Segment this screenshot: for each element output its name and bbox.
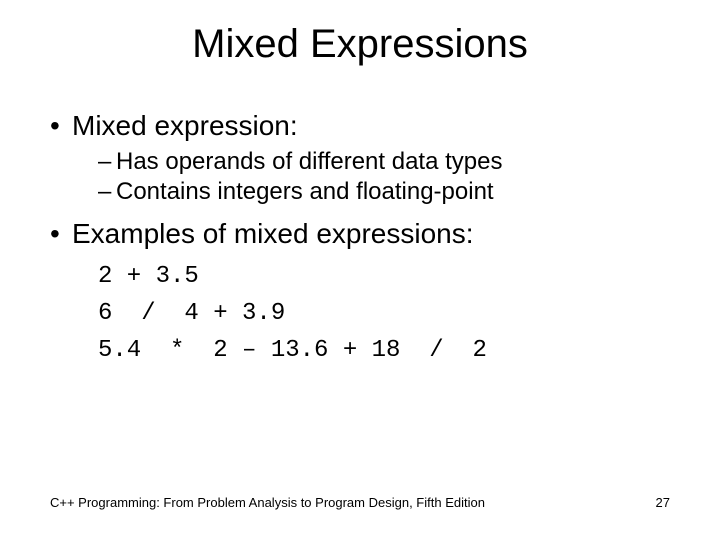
bullet-dot-icon: • (50, 110, 72, 142)
bullet-level1: •Mixed expression: (50, 110, 670, 142)
bullet-text: Mixed expression: (72, 110, 298, 141)
bullet-level2: –Contains integers and floating-point (98, 178, 670, 206)
bullet-dash-icon: – (98, 178, 116, 206)
bullet-dot-icon: • (50, 218, 72, 250)
bullet-dash-icon: – (98, 148, 116, 176)
code-example-block: 2 + 3.5 6 / 4 + 3.9 5.4 * 2 – 13.6 + 18 … (98, 258, 670, 370)
code-line: 5.4 * 2 – 13.6 + 18 / 2 (98, 337, 487, 364)
bullet-level2: –Has operands of different data types (98, 148, 670, 176)
code-line: 2 + 3.5 (98, 263, 199, 290)
code-line: 6 / 4 + 3.9 (98, 300, 285, 327)
bullet-text: Examples of mixed expressions: (72, 218, 474, 249)
footer-source: C++ Programming: From Problem Analysis t… (50, 495, 485, 510)
footer-page-number: 27 (656, 495, 670, 510)
bullet-text: Contains integers and floating-point (116, 178, 494, 205)
bullet-text: Has operands of different data types (116, 148, 502, 175)
slide-body: •Mixed expression: –Has operands of diff… (50, 110, 670, 370)
slide-title: Mixed Expressions (0, 22, 720, 67)
bullet-level1: •Examples of mixed expressions: (50, 218, 670, 250)
